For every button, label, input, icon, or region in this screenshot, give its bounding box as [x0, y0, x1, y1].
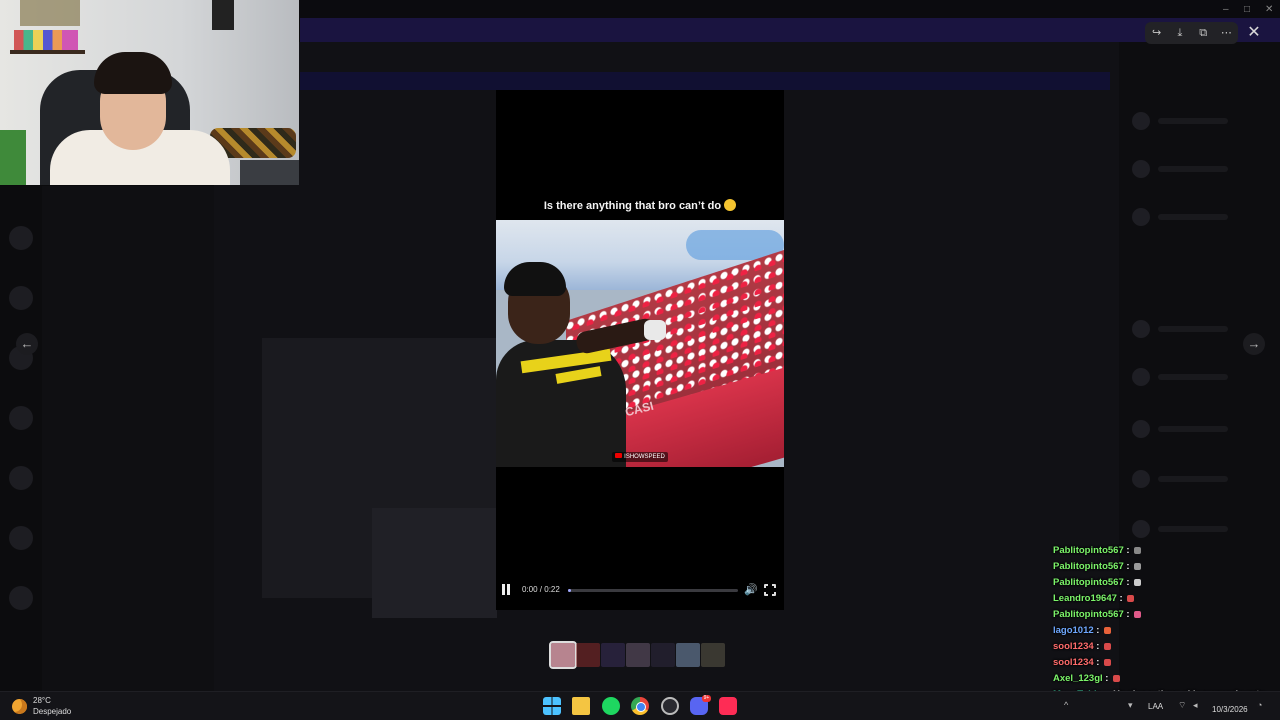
start-icon[interactable]	[543, 697, 561, 715]
video-frame-image[interactable]: ISHOWSPEED	[496, 220, 784, 467]
screen: – □ ✕ ↪ ⤓ ⧉ ⋯ ✕ ← → Is there anything th…	[0, 0, 1280, 720]
chat-username: sool1234	[1053, 657, 1094, 668]
volume-icon[interactable]: 🔊	[744, 583, 758, 597]
more-icon[interactable]: ⋯	[1217, 24, 1235, 42]
weather-moon-icon[interactable]	[12, 699, 27, 714]
tray-network-icon[interactable]: ▾	[1128, 700, 1133, 711]
tray-date[interactable]: 10/3/2026	[1212, 705, 1248, 714]
spotify-icon[interactable]	[602, 697, 620, 715]
chat-username: lago1012	[1053, 625, 1094, 636]
chat-emote-icon	[1134, 579, 1142, 586]
chat-message: sool1234 :	[1053, 657, 1280, 673]
chat-emote-icon	[1134, 563, 1142, 570]
laughing-emoji-icon	[724, 199, 737, 211]
channel-list	[42, 186, 214, 691]
chat-message: Axel_123gl :	[1053, 673, 1280, 689]
chat-emote-icon	[1127, 595, 1135, 602]
embedded-image-card	[372, 508, 497, 618]
speaker-icon[interactable]: ◂	[1193, 700, 1198, 711]
open-external-icon[interactable]: ⧉	[1194, 24, 1212, 42]
server-rail	[0, 186, 42, 691]
thumbnail-2[interactable]	[576, 643, 600, 667]
weather-temp: 28°C	[33, 696, 51, 705]
discord-titlebar	[300, 0, 1280, 18]
tiktok-icon[interactable]	[719, 697, 737, 715]
time-label: 0:00 / 0:22	[522, 585, 560, 594]
channel-header	[300, 72, 1110, 90]
thumbnail-1[interactable]	[549, 641, 577, 669]
chat-emote-icon	[1104, 643, 1112, 650]
wifi-icon[interactable]: ⌔	[1178, 700, 1186, 711]
maximize-icon[interactable]: □	[1244, 4, 1250, 15]
chat-emote-icon	[1134, 547, 1142, 554]
chat-emote-icon	[1134, 611, 1142, 618]
chat-username: Pablitopinto567	[1053, 577, 1124, 588]
video-controls: 0:00 / 0:22 🔊	[496, 581, 784, 599]
chat-message: sool1234 :	[1053, 641, 1280, 657]
tray-language[interactable]: LAA	[1148, 702, 1163, 711]
chat-emote-icon	[1104, 627, 1112, 634]
chat-message: Pablitopinto567 :	[1053, 561, 1280, 577]
discord-badge: 9+	[702, 695, 711, 702]
chat-username: Pablitopinto567	[1053, 561, 1124, 572]
chat-message: Leandro19647 :	[1053, 593, 1280, 609]
obs-icon[interactable]	[661, 697, 679, 715]
thumbnail-5[interactable]	[651, 643, 675, 667]
viewer-toolbar: ↪ ⤓ ⧉ ⋯	[1145, 22, 1238, 44]
attachment-thumbnails	[549, 641, 725, 669]
webcam-overlay	[0, 0, 299, 185]
thumbnail-7[interactable]	[701, 643, 725, 667]
windows-taskbar: 28°C Despejado 9+ ^ ▾ LAA ⌔ ◂ 10/3/2026 …	[0, 691, 1280, 720]
close-viewer-button[interactable]: ✕	[1244, 22, 1264, 44]
chat-message: lago1012 :	[1053, 625, 1280, 641]
file-explorer-icon[interactable]	[572, 697, 590, 715]
notification-bell-icon[interactable]: ◔	[1257, 700, 1262, 710]
share-icon[interactable]: ↪	[1148, 24, 1166, 42]
chat-username: Pablitopinto567	[1053, 545, 1124, 556]
chat-username: Leandro19647	[1053, 593, 1117, 604]
window-close-icon[interactable]: ✕	[1265, 4, 1273, 15]
pause-icon[interactable]	[501, 584, 511, 595]
chat-message: Pablitopinto567 :	[1053, 609, 1280, 625]
stream-chat: Pablitopinto567 : Pablitopinto567 : Pabl…	[1053, 545, 1280, 705]
seek-bar[interactable]	[568, 589, 738, 592]
chrome-icon[interactable]	[631, 697, 649, 715]
thumbnail-6[interactable]	[676, 643, 700, 667]
clip-watermark: ISHOWSPEED	[612, 452, 668, 462]
thumbnail-3[interactable]	[601, 643, 625, 667]
chat-message: Pablitopinto567 :	[1053, 545, 1280, 561]
previous-arrow-icon[interactable]: ←	[16, 333, 38, 355]
next-arrow-icon[interactable]: →	[1243, 333, 1265, 355]
fullscreen-icon[interactable]	[763, 583, 777, 597]
chat-emote-icon	[1104, 659, 1112, 666]
chat-message: Pablitopinto567 :	[1053, 577, 1280, 593]
chat-emote-icon	[1113, 675, 1121, 682]
discord-banner	[300, 18, 1280, 42]
video-caption: Is there anything that bro can’t do	[496, 199, 784, 212]
weather-desc: Despejado	[33, 707, 72, 716]
chat-username: sool1234	[1053, 641, 1094, 652]
minimize-icon[interactable]: –	[1223, 4, 1229, 15]
chat-username: Pablitopinto567	[1053, 609, 1124, 620]
thumbnail-4[interactable]	[626, 643, 650, 667]
seek-progress	[568, 589, 572, 592]
download-icon[interactable]: ⤓	[1171, 24, 1189, 42]
chat-username: Axel_123gl	[1053, 673, 1103, 684]
tray-chevron-icon[interactable]: ^	[1064, 700, 1068, 710]
